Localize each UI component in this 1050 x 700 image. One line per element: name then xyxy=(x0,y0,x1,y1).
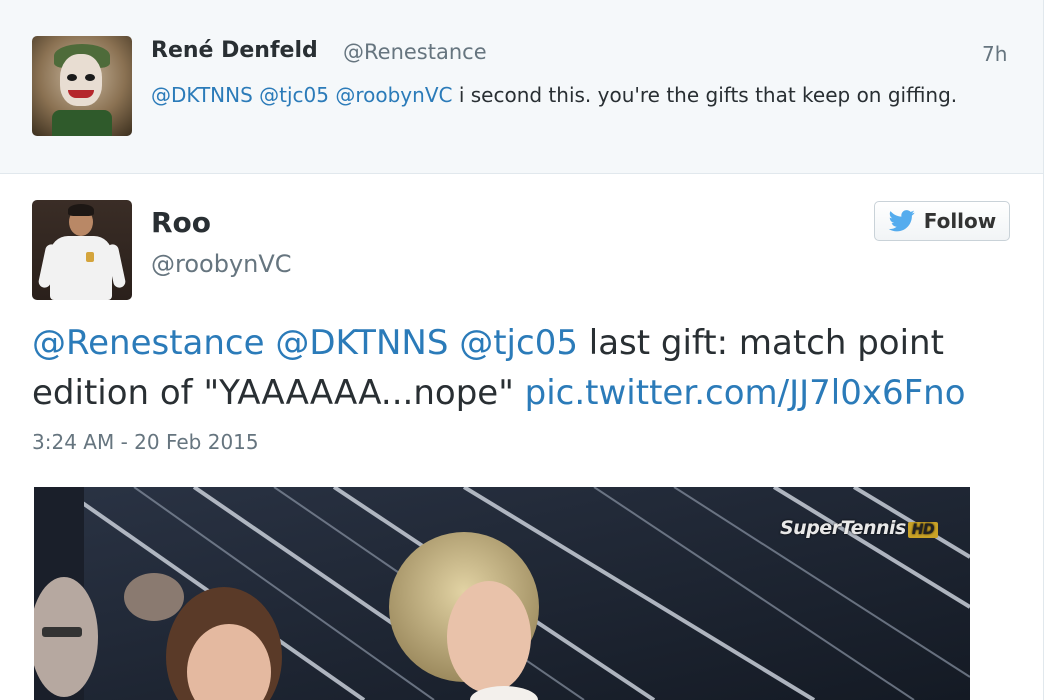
scrollbar-track[interactable] xyxy=(1043,0,1050,700)
tweet-text: @Renestance @DKTNNS @tjc05 last gift: ma… xyxy=(32,318,992,418)
avatar[interactable] xyxy=(32,36,132,136)
mention-link[interactable]: @roobynVC xyxy=(335,83,452,107)
tweet-body: i second this. you're the gifts that kee… xyxy=(458,83,958,107)
tweet-media[interactable]: SuperTennis HD xyxy=(34,487,970,700)
mention-link[interactable]: @Renestance xyxy=(32,323,265,363)
follow-button[interactable]: Follow xyxy=(874,201,1010,241)
author-name[interactable]: René Denfeld xyxy=(151,38,318,63)
watermark-text: SuperTennis xyxy=(780,517,906,539)
twitter-bird-icon xyxy=(888,210,915,232)
author-handle[interactable]: @Renestance xyxy=(343,40,487,64)
broadcast-watermark: SuperTennis HD xyxy=(780,517,939,539)
tweet-timestamp[interactable]: 3:24 AM - 20 Feb 2015 xyxy=(32,430,259,454)
tweet-body-line2: edition of "YAAAAAA...nope" xyxy=(32,373,514,413)
author-name[interactable]: Roo xyxy=(151,206,211,239)
mention-link[interactable]: @tjc05 xyxy=(259,83,329,107)
hd-badge: HD xyxy=(907,522,939,538)
media-link[interactable]: pic.twitter.com/JJ7l0x6Fno xyxy=(525,373,966,413)
tweet-text: @DKTNNS @tjc05 @roobynVC i second this. … xyxy=(151,76,1011,114)
tweet-time[interactable]: 7h xyxy=(982,42,1007,66)
mention-link[interactable]: @DKTNNS xyxy=(151,83,253,107)
reply-tweet[interactable]: René Denfeld @Renestance 7h @DKTNNS @tjc… xyxy=(0,0,1043,174)
author-handle[interactable]: @roobynVC xyxy=(151,250,292,278)
avatar[interactable] xyxy=(32,200,132,300)
tweet-body-line1: last gift: match point xyxy=(588,323,944,363)
mention-link[interactable]: @tjc05 xyxy=(459,323,578,363)
mention-link[interactable]: @DKTNNS xyxy=(275,323,448,363)
follow-label: Follow xyxy=(923,209,997,233)
